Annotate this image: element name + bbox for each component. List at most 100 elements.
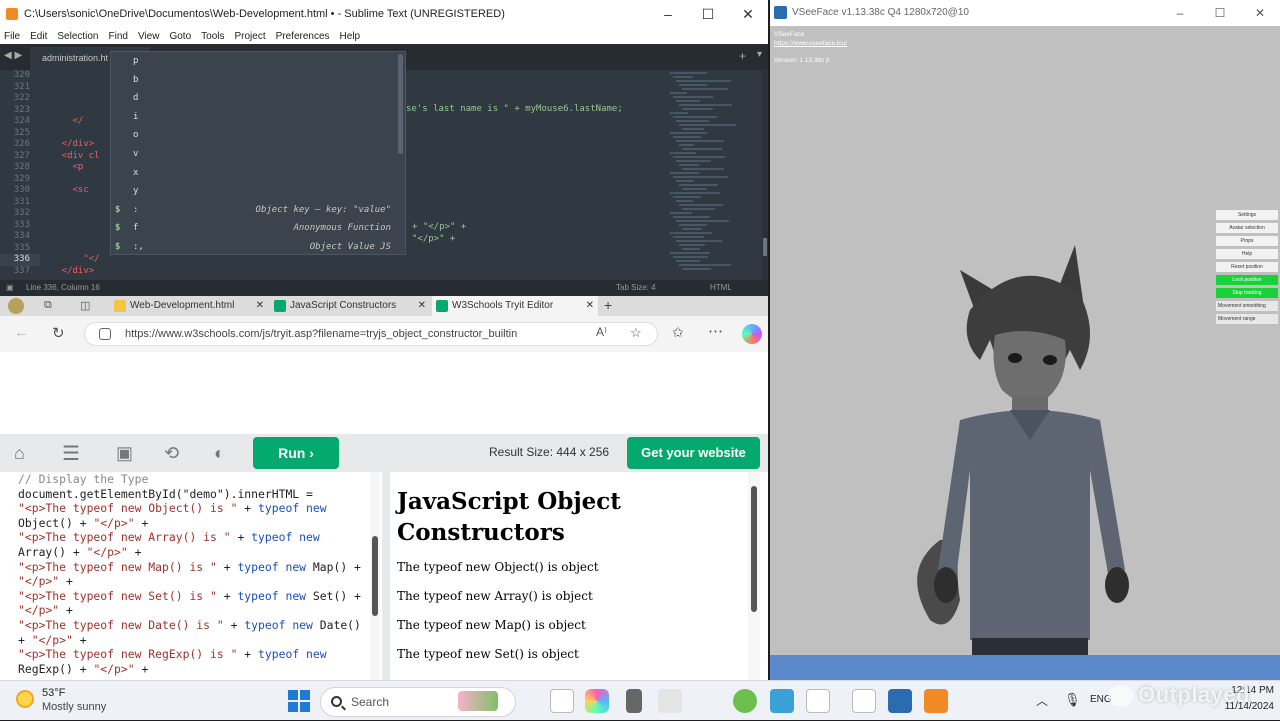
autocomplete-item[interactable]: b <box>111 71 397 90</box>
status-panel-icon[interactable]: ▣ <box>6 283 14 292</box>
vseeface-reset-position-button[interactable]: Reset position <box>1216 262 1278 272</box>
menu-item-view[interactable]: View <box>134 31 166 42</box>
autocomplete-scrollbar[interactable] <box>398 54 403 154</box>
copilot-icon[interactable] <box>742 324 762 344</box>
autocomplete-item[interactable]: o <box>111 126 397 145</box>
vseeface-settings-button[interactable]: Settings <box>1216 210 1278 220</box>
minimize-icon[interactable]: – <box>1160 0 1200 26</box>
rotate-layout-icon[interactable]: ⟲ <box>164 443 179 464</box>
tab-nav-arrows-icon[interactable]: ◀ ▶ <box>4 50 22 61</box>
address-bar[interactable]: https://www.w3schools.com/js/tryit.asp?f… <box>84 322 658 346</box>
close-icon[interactable]: ✕ <box>1240 0 1280 26</box>
minimize-icon[interactable]: – <box>648 0 688 28</box>
menu-item-preferences[interactable]: Preferences <box>272 31 336 42</box>
result-heading: JavaScript Object Constructors <box>397 488 621 546</box>
browser-tab[interactable]: JavaScript Constructors ✕ <box>270 296 430 316</box>
notepad-icon[interactable] <box>770 689 794 713</box>
app-icon[interactable] <box>658 689 682 713</box>
close-icon[interactable]: ✕ <box>728 0 768 28</box>
tab-dropdown-icon[interactable]: ▾ <box>757 49 762 60</box>
autocomplete-item[interactable]: $ f Anonymous Function <box>111 219 397 238</box>
microphone-icon[interactable]: 🎙 <box>1064 692 1081 708</box>
read-aloud-icon[interactable]: A⁾ <box>596 325 607 339</box>
theme-toggle-icon[interactable]: ◐ <box>214 443 225 464</box>
search-highlight-icon[interactable] <box>458 691 498 711</box>
status-tab-size[interactable]: Tab Size: 4 <box>616 283 656 292</box>
completion-text: :, <box>133 242 144 252</box>
more-options-icon[interactable]: ⋯ <box>708 322 723 340</box>
menu-item-goto[interactable]: Goto <box>165 31 197 42</box>
autocomplete-item[interactable]: v <box>111 145 397 164</box>
code-token: + <box>230 530 252 545</box>
menu-item-project[interactable]: Project <box>231 31 272 42</box>
vseeface-movement-smoothing-slider[interactable]: Movement smoothing <box>1216 301 1278 311</box>
tryit-code-editor[interactable]: // Display the Type document.getElementBy… <box>10 472 382 680</box>
home-icon[interactable]: ⌂ <box>14 443 25 464</box>
file-explorer-icon[interactable] <box>550 689 574 713</box>
maximize-icon[interactable]: ☐ <box>688 0 728 28</box>
sublime-taskbar-icon[interactable] <box>924 689 948 713</box>
editor-scrollbar[interactable] <box>762 70 768 280</box>
menu-icon[interactable]: ☰ <box>62 441 80 466</box>
profile-avatar[interactable] <box>8 298 24 314</box>
maximize-icon[interactable]: ☐ <box>1200 0 1240 26</box>
editor-scrollbar[interactable] <box>370 472 380 680</box>
menu-item-selection[interactable]: Selection <box>53 31 104 42</box>
vseeface-props-button[interactable]: Props <box>1216 236 1278 246</box>
vseeface-movement-range-slider[interactable]: Movement range <box>1216 314 1278 324</box>
favorites-icon[interactable]: ✩ <box>672 324 684 341</box>
panel-divider[interactable] <box>382 472 390 680</box>
usb-device-icon[interactable] <box>626 689 642 713</box>
menu-item-file[interactable]: File <box>0 31 26 42</box>
autocomplete-item[interactable]: d <box>111 89 397 108</box>
autocomplete-item[interactable]: y <box>111 182 397 201</box>
autocomplete-item[interactable]: x <box>111 164 397 183</box>
menu-item-find[interactable]: Find <box>105 31 134 42</box>
browser-tab[interactable]: W3Schools Tryit Editor ✕ <box>432 296 598 316</box>
vseeface-stop-tracking-button[interactable]: Stop tracking <box>1216 288 1278 298</box>
code-token: "</p>" <box>31 632 73 647</box>
new-tab-icon[interactable]: + <box>604 297 612 313</box>
menu-item-tools[interactable]: Tools <box>197 31 230 42</box>
vseeface-title: VSeeFace v1.13.38c Q4 1280x720@10 <box>792 7 969 18</box>
close-tab-icon[interactable]: ✕ <box>256 296 264 316</box>
status-syntax[interactable]: HTML <box>710 283 732 292</box>
get-your-website-button[interactable]: Get your website <box>627 437 760 469</box>
autocomplete-item[interactable]: i <box>111 108 397 127</box>
code-token: "</p>" <box>93 661 135 676</box>
document-icon[interactable] <box>806 689 830 713</box>
tab-actions-icon[interactable]: ⧉ <box>44 299 52 312</box>
minimap-line <box>679 164 700 166</box>
menu-item-edit[interactable]: Edit <box>26 31 53 42</box>
weather-widget[interactable]: 53°F Mostly sunny <box>14 687 124 715</box>
close-tab-icon[interactable]: ✕ <box>586 296 594 316</box>
back-icon[interactable]: ← <box>14 324 29 341</box>
save-icon[interactable]: ▣ <box>116 443 133 464</box>
menu-item-help[interactable]: Help <box>336 31 367 42</box>
autocomplete-popup[interactable]: p b d i o v x y $: Object key — key: "value" $ f Ano… <box>110 51 406 255</box>
document-icon-2[interactable] <box>852 689 876 713</box>
refresh-icon[interactable]: ↻ <box>52 324 65 342</box>
chevron-up-icon[interactable]: ︿ <box>1036 692 1048 709</box>
run-button[interactable]: Run › <box>253 437 339 469</box>
vseeface-avatar-selection-button[interactable]: Avatar selection <box>1216 223 1278 233</box>
vseeface-help-button[interactable]: Help <box>1216 249 1278 259</box>
autocomplete-item[interactable]: p <box>111 52 397 71</box>
minimap[interactable] <box>670 70 762 280</box>
vseeface-lock-position-button[interactable]: Lock position <box>1216 275 1278 285</box>
minimap-line <box>679 144 694 146</box>
result-scrollbar[interactable] <box>748 472 760 680</box>
vseeface-taskbar-icon[interactable] <box>888 689 912 713</box>
autocomplete-item[interactable]: $:, Object Value JS <box>111 238 397 257</box>
close-tab-icon[interactable]: ✕ <box>418 296 426 316</box>
vseeface-link[interactable]: https://www.vseeface.icu/ <box>774 39 847 48</box>
vertical-tabs-icon[interactable]: ◫ <box>80 299 90 312</box>
copilot-app-icon[interactable] <box>585 689 609 713</box>
new-tab-icon[interactable]: + <box>739 49 746 63</box>
site-info-icon[interactable] <box>99 328 111 340</box>
browser-tab[interactable]: Web-Development.html ✕ <box>110 296 268 316</box>
autocomplete-item[interactable]: $: Object key — key: "value" <box>111 201 397 220</box>
start-button[interactable] <box>288 690 310 712</box>
favorite-star-icon[interactable]: ☆ <box>630 325 642 341</box>
green-app-icon[interactable] <box>733 689 757 713</box>
